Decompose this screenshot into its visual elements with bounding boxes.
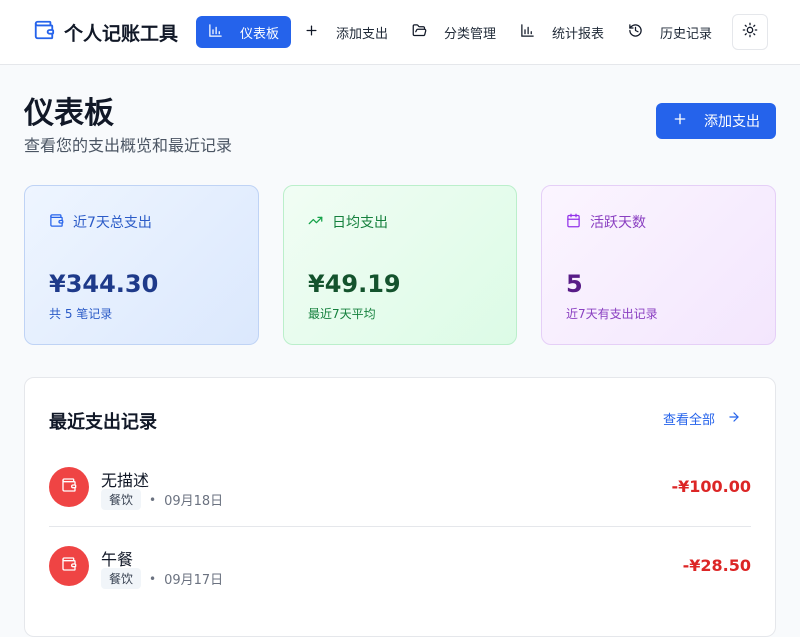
expense-meta: 餐饮 • 09月18日 — [101, 489, 223, 510]
nav-item-history[interactable]: 历史记录 — [616, 16, 724, 48]
stat-note: 共 5 笔记录 — [49, 307, 113, 321]
wallet-icon — [61, 556, 77, 576]
folder-open-icon — [412, 23, 444, 42]
trending-up-icon — [308, 213, 332, 232]
nav-item-label: 统计报表 — [552, 26, 605, 42]
nav-item-label: 历史记录 — [660, 26, 713, 42]
wallet-icon — [33, 19, 55, 45]
view-all-label: 查看全部 — [663, 413, 716, 428]
plus-icon — [304, 23, 336, 42]
stat-value: 5 — [566, 270, 583, 298]
brand[interactable]: 个人记账工具 — [33, 18, 178, 46]
plus-icon — [672, 111, 704, 131]
separator-dot: • — [149, 571, 157, 586]
add-expense-button[interactable]: 添加支出 — [656, 103, 776, 139]
expense-amount: -¥28.50 — [682, 556, 751, 575]
stat-note: 近7天有支出记录 — [566, 307, 658, 321]
arrow-right-icon — [715, 410, 741, 428]
nav-item-add-expense[interactable]: 添加支出 — [292, 16, 400, 48]
wallet-icon — [49, 213, 73, 232]
expense-meta: 餐饮 • 09月17日 — [101, 568, 223, 589]
page-subtitle: 查看您的支出概览和最近记录 — [24, 136, 233, 155]
nav-item-dashboard[interactable]: 仪表板 — [196, 16, 292, 48]
separator-dot: • — [149, 492, 157, 507]
stat-value: ¥49.19 — [308, 270, 401, 298]
calendar-icon — [566, 213, 590, 232]
top-navigation-bar: 个人记账工具 仪表板 添加支出 分类管理 统计报表 历史记录 — [0, 0, 800, 65]
stat-note: 最近7天平均 — [308, 307, 376, 321]
category-avatar — [49, 467, 89, 507]
nav-item-reports[interactable]: 统计报表 — [508, 16, 616, 48]
expense-title: 无描述 — [101, 471, 150, 490]
sun-icon — [742, 22, 758, 42]
stat-card-weekly-total: 近7天总支出 ¥344.30 共 5 笔记录 — [24, 185, 259, 345]
stat-card-active-days: 活跃天数 5 近7天有支出记录 — [541, 185, 776, 345]
expense-title: 午餐 — [101, 550, 134, 569]
view-all-link[interactable]: 查看全部 — [663, 409, 741, 428]
expense-row[interactable]: 无描述 餐饮 • 09月18日 -¥100.00 — [49, 448, 751, 527]
stat-label: 近7天总支出 — [73, 215, 152, 231]
nav-item-label: 仪表板 — [240, 26, 280, 42]
category-tag: 餐饮 — [101, 568, 142, 589]
page-title: 仪表板 — [24, 96, 114, 131]
bar-chart-icon — [208, 23, 240, 42]
stat-label: 活跃天数 — [590, 215, 646, 231]
expense-row[interactable]: 午餐 餐饮 • 09月17日 -¥28.50 — [49, 527, 751, 606]
theme-toggle-button[interactable] — [732, 14, 768, 50]
recent-expenses-panel: 最近支出记录 查看全部 无描述 餐饮 • 09月18日 -¥100.00 午餐 … — [24, 377, 776, 637]
expense-date: 09月18日 — [164, 494, 224, 509]
nav-item-label: 添加支出 — [336, 26, 389, 42]
wallet-icon — [61, 477, 77, 497]
stat-value: ¥344.30 — [49, 270, 159, 298]
history-icon — [628, 23, 660, 42]
bar-chart-icon — [520, 23, 552, 42]
category-tag: 餐饮 — [101, 489, 142, 510]
expense-date: 09月17日 — [164, 573, 224, 588]
category-avatar — [49, 546, 89, 586]
panel-title: 最近支出记录 — [49, 412, 157, 433]
stat-card-daily-average: 日均支出 ¥49.19 最近7天平均 — [283, 185, 517, 345]
nav-item-label: 分类管理 — [444, 26, 497, 42]
nav-item-categories[interactable]: 分类管理 — [400, 16, 508, 48]
add-expense-label: 添加支出 — [704, 114, 760, 130]
app-title: 个人记账工具 — [64, 22, 179, 45]
stat-label: 日均支出 — [332, 215, 388, 231]
expense-amount: -¥100.00 — [671, 477, 751, 496]
